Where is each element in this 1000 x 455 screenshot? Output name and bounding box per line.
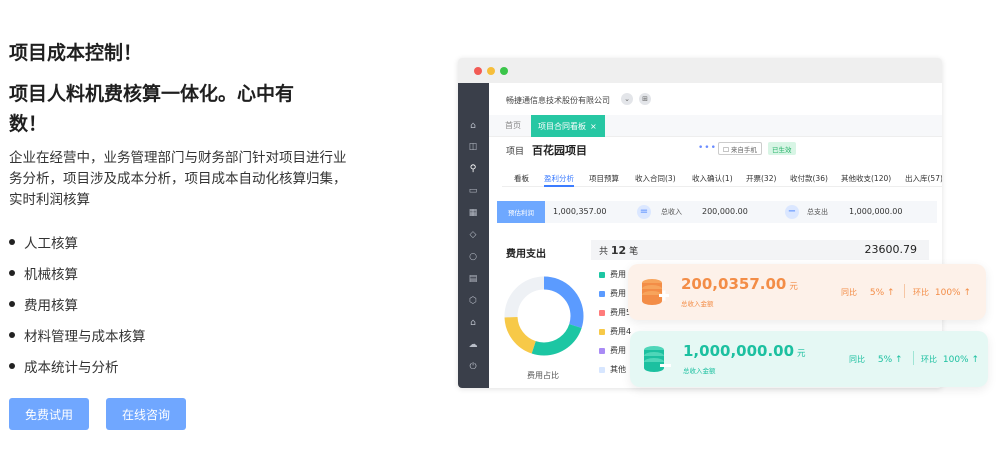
status-badge: 已生效 <box>768 142 796 155</box>
tab-bar: 首页 项目合同看板 × <box>489 115 942 137</box>
expense-mom: 环比 100% ↑ <box>921 355 980 365</box>
income-yoy: 同比 5% ↑ <box>841 288 895 298</box>
total-income-value: 200,000.00 <box>702 207 748 216</box>
expense-section-title: 费用支出 <box>506 249 546 260</box>
total-income-card: 200,0357.00 元 总收入金额 同比 5% ↑ 环比 100% ↑ <box>628 264 986 320</box>
chevron-down-icon[interactable]: ⌄ <box>621 93 633 105</box>
org-chart-icon[interactable]: ⚲ <box>468 164 478 174</box>
close-tab-icon[interactable]: × <box>590 122 597 131</box>
card-divider <box>913 351 914 365</box>
bullet-icon <box>9 300 15 307</box>
donut-label: 费用占比 <box>527 371 559 380</box>
maximize-window-icon[interactable] <box>500 67 508 75</box>
legend-item: 费用4 <box>599 326 631 337</box>
expense-total: 23600.79 <box>864 243 918 256</box>
total-expense-card: 1,000,000.00 元 总收入金额 同比 5% ↑ 环比 100% ↑ <box>630 331 988 387</box>
power-icon[interactable]: ⏻ <box>468 362 478 372</box>
tab-profit-analysis[interactable]: 盈利分析 <box>544 173 574 184</box>
grid-icon[interactable]: ⊞ <box>639 93 651 105</box>
box-icon[interactable]: ⬡ <box>468 296 478 306</box>
active-tab-underline <box>544 185 574 187</box>
tab-income-contracts[interactable]: 收入合同(3) <box>635 173 676 184</box>
hero-description: 企业在经营中，业务管理部门与财务部门针对项目进行业务分析，项目涉及成本分析，项目… <box>9 150 347 208</box>
app-sidebar: ⌂ ◫ ⚲ ▭ ▦ ◇ ○ ▤ ⬡ ⌂ ☁ ⏻ <box>458 83 489 388</box>
tab-other-income-expense[interactable]: 其他收支(120) <box>841 173 891 184</box>
minus-icon: − <box>785 205 799 219</box>
card-divider <box>904 284 905 298</box>
more-icon[interactable]: ••• <box>698 143 717 153</box>
tab-home[interactable]: 首页 <box>505 120 521 131</box>
home-icon[interactable]: ⌂ <box>468 121 478 131</box>
profit-formula-row: 预估利润 1,000,357.00 = 总收入 200,000.00 − 总支出… <box>497 201 937 223</box>
expense-amount: 1,000,000.00 元 <box>683 342 806 360</box>
tab-invoices[interactable]: 开票(32) <box>746 173 776 184</box>
coins-minus-icon <box>644 346 671 372</box>
legend-item: 其他 <box>599 364 626 375</box>
tab-stock-in-out[interactable]: 出入库(57) <box>905 173 942 184</box>
project-name: 百花园项目 <box>532 144 588 157</box>
dashboard-icon[interactable]: ◫ <box>468 142 478 152</box>
from-mobile-badge: ☐ 来自手机 <box>718 142 762 155</box>
total-expense-label: 总支出 <box>807 208 828 216</box>
feature-item: 成本统计与分析 <box>9 350 146 381</box>
bullet-icon <box>9 238 15 245</box>
total-income-label: 总收入 <box>661 208 682 216</box>
free-trial-button[interactable]: 免费试用 <box>9 398 89 430</box>
income-mom: 环比 100% ↑ <box>913 288 972 298</box>
estimated-profit-tag: 预估利润 <box>497 201 545 223</box>
feature-list: 人工核算 机械核算 费用核算 材料管理与成本核算 成本统计与分析 <box>9 226 146 381</box>
cloud-icon[interactable]: ☁ <box>468 340 478 350</box>
window-titlebar <box>458 58 942 83</box>
bullet-icon <box>9 269 15 276</box>
feature-item: 费用核算 <box>9 288 146 319</box>
legend-item: 费用5 <box>599 307 631 318</box>
tab-project-contract-board[interactable]: 项目合同看板 × <box>531 115 605 137</box>
feature-item: 材料管理与成本核算 <box>9 319 146 350</box>
sub-navigation: 看板 盈利分析 项目预算 收入合同(3) 收入确认(1) 开票(32) 收付款(… <box>502 171 942 187</box>
tab-income-confirm[interactable]: 收入确认(1) <box>692 173 733 184</box>
tab-project-budget[interactable]: 项目预算 <box>589 173 619 184</box>
project-header: 项目 百花园项目 <box>506 142 587 158</box>
document-icon[interactable]: ▤ <box>468 274 478 284</box>
project-label: 项目 <box>506 146 525 157</box>
estimated-profit-value: 1,000,357.00 <box>553 207 607 216</box>
income-amount: 200,0357.00 元 <box>681 275 798 293</box>
table-icon[interactable]: ▦ <box>468 208 478 218</box>
legend-item: 费用 <box>599 288 626 299</box>
expense-donut-chart <box>504 276 584 356</box>
bullet-icon <box>9 331 15 338</box>
legend-item: 费用 <box>599 269 626 280</box>
company-name: 畅捷通信息技术股份有限公司 <box>506 96 610 105</box>
tag-icon[interactable]: ◇ <box>468 230 478 240</box>
house-icon[interactable]: ⌂ <box>468 318 478 328</box>
minimize-window-icon[interactable] <box>487 67 495 75</box>
legend-item: 费用 <box>599 345 626 356</box>
tab-board[interactable]: 看板 <box>514 173 529 184</box>
expense-yoy: 同比 5% ↑ <box>849 355 903 365</box>
feature-item: 机械核算 <box>9 257 146 288</box>
bullet-icon <box>9 362 15 369</box>
close-window-icon[interactable] <box>474 67 482 75</box>
total-expense-value: 1,000,000.00 <box>849 207 903 216</box>
truck-icon[interactable]: ▭ <box>468 186 478 196</box>
expense-summary-bar: 共 12 笔 23600.79 <box>591 240 929 260</box>
hero-subtitle: 项目人料机费核算一体化。心中有数！ <box>9 83 295 135</box>
online-consult-button[interactable]: 在线咨询 <box>106 398 186 430</box>
tab-payments[interactable]: 收付款(36) <box>790 173 828 184</box>
equals-icon: = <box>637 205 651 219</box>
coins-plus-icon <box>642 279 669 305</box>
feature-item: 人工核算 <box>9 226 146 257</box>
expense-count: 共 12 笔 <box>599 244 639 257</box>
expense-amount-label: 总收入金额 <box>683 367 716 375</box>
income-amount-label: 总收入金额 <box>681 300 714 308</box>
user-icon[interactable]: ○ <box>468 252 478 262</box>
hero-title: 项目成本控制！ <box>9 42 143 64</box>
